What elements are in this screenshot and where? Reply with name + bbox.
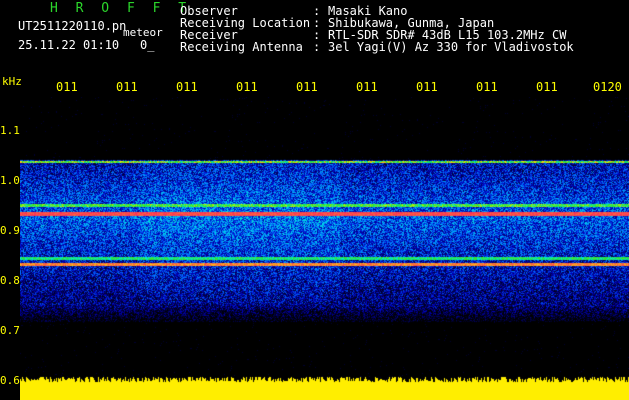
time-tick-label: 011 <box>476 80 498 94</box>
freq-tick-label: 1.1 <box>0 124 20 137</box>
detection-counter: 0_ <box>140 38 155 52</box>
time-tick-label: 011 <box>296 80 318 94</box>
file-name: UT2511220110.pn <box>18 19 127 33</box>
antenna-colon: : <box>313 40 321 54</box>
freq-tick-label: 0.7 <box>0 324 20 337</box>
time-tick-label: 011 <box>236 80 258 94</box>
freq-tick-label: 1.0 <box>0 174 20 187</box>
spectrogram-display <box>20 97 629 400</box>
time-tick-label: 011 <box>176 80 198 94</box>
date-time: 25.11.22 01:10 <box>18 38 120 52</box>
time-tick-label: 011 <box>56 80 78 94</box>
frequency-unit-label: kHz <box>2 75 22 88</box>
time-tick-label: 011 <box>356 80 378 94</box>
time-tick-label: 011 <box>536 80 558 94</box>
antenna-label: Receiving Antenna <box>180 40 303 54</box>
freq-tick-label: 0.9 <box>0 224 20 237</box>
time-tick-label: 011 <box>416 80 438 94</box>
time-tick-label: 011 <box>116 80 138 94</box>
app-title: H R O F F T <box>50 1 192 16</box>
time-tick-label: 0120 <box>593 80 622 94</box>
freq-tick-label: 0.6 <box>0 374 20 387</box>
freq-tick-label: 0.8 <box>0 274 20 287</box>
antenna-value: 3el Yagi(V) Az 330 for Vladivostok <box>328 40 574 54</box>
